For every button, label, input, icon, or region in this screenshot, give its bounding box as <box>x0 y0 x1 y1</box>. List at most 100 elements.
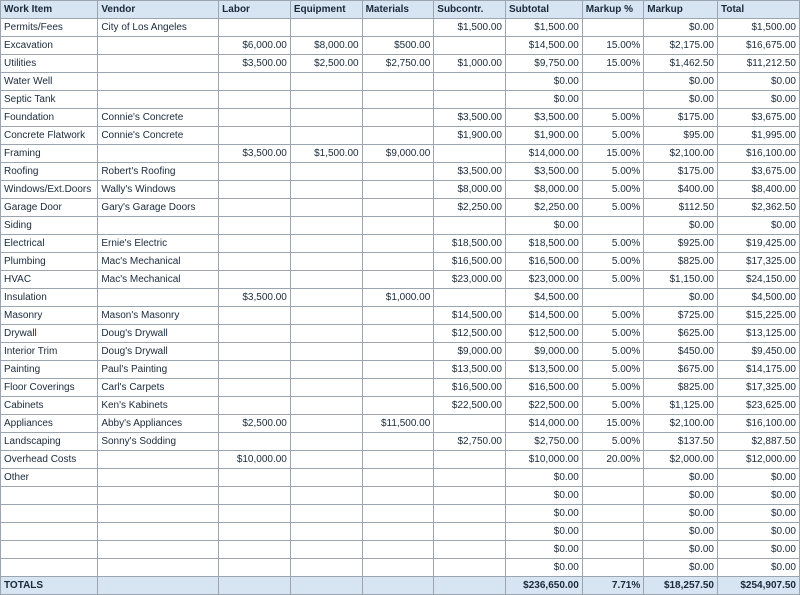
cell-labor[interactable]: $3,500.00 <box>219 145 291 163</box>
cell-mat[interactable] <box>362 361 434 379</box>
cell-equip[interactable] <box>290 109 362 127</box>
cell-subtotal[interactable]: $0.00 <box>505 73 582 91</box>
cell-sub[interactable] <box>434 73 506 91</box>
cell-work[interactable] <box>1 505 98 523</box>
cell-mat[interactable] <box>362 559 434 577</box>
cell-mat[interactable]: $1,000.00 <box>362 289 434 307</box>
cell-vendor[interactable]: Robert's Roofing <box>98 163 219 181</box>
cell-vendor[interactable]: Paul's Painting <box>98 361 219 379</box>
cell-vendor[interactable]: Abby's Appliances <box>98 415 219 433</box>
cell-work[interactable] <box>1 523 98 541</box>
cell-labor[interactable] <box>219 397 291 415</box>
cell-work[interactable]: Concrete Flatwork <box>1 127 98 145</box>
cell-sub[interactable]: $2,750.00 <box>434 433 506 451</box>
cell-equip[interactable] <box>290 271 362 289</box>
cell-vendor[interactable]: Connie's Concrete <box>98 109 219 127</box>
cell-mpct[interactable] <box>582 505 643 523</box>
cell-markup[interactable]: $825.00 <box>644 379 718 397</box>
cell-equip[interactable] <box>290 433 362 451</box>
cell-labor[interactable] <box>219 523 291 541</box>
cell-mat[interactable] <box>362 325 434 343</box>
cell-subtotal[interactable]: $9,750.00 <box>505 55 582 73</box>
cell-subtotal[interactable]: $13,500.00 <box>505 361 582 379</box>
cell-labor[interactable] <box>219 379 291 397</box>
cell-vendor[interactable]: Carl's Carpets <box>98 379 219 397</box>
cell-work[interactable]: Roofing <box>1 163 98 181</box>
cell-sub[interactable]: $3,500.00 <box>434 163 506 181</box>
cell-mat[interactable]: $11,500.00 <box>362 415 434 433</box>
cell-work[interactable]: Other <box>1 469 98 487</box>
cell-vendor[interactable] <box>98 37 219 55</box>
cell-mpct[interactable]: 5.00% <box>582 433 643 451</box>
cell-sub[interactable]: $16,500.00 <box>434 379 506 397</box>
cell-mpct[interactable]: 5.00% <box>582 361 643 379</box>
cell-markup[interactable]: $0.00 <box>644 19 718 37</box>
cell-labor[interactable] <box>219 19 291 37</box>
cell-subtotal[interactable]: $0.00 <box>505 559 582 577</box>
cell-subtotal[interactable]: $12,500.00 <box>505 325 582 343</box>
cell-labor[interactable] <box>219 127 291 145</box>
cell-mat[interactable]: $2,750.00 <box>362 55 434 73</box>
cell-equip[interactable] <box>290 235 362 253</box>
cell-total[interactable]: $2,887.50 <box>718 433 800 451</box>
cell-vendor[interactable]: City of Los Angeles <box>98 19 219 37</box>
cell-sub[interactable]: $12,500.00 <box>434 325 506 343</box>
cell-total[interactable]: $16,100.00 <box>718 145 800 163</box>
cell-vendor[interactable] <box>98 505 219 523</box>
cell-mat[interactable] <box>362 271 434 289</box>
cell-mat[interactable] <box>362 451 434 469</box>
cell-equip[interactable]: $1,500.00 <box>290 145 362 163</box>
cell-equip[interactable] <box>290 91 362 109</box>
cell-mpct[interactable]: 15.00% <box>582 415 643 433</box>
cell-total[interactable]: $19,425.00 <box>718 235 800 253</box>
cell-total[interactable]: $24,150.00 <box>718 271 800 289</box>
cell-work[interactable]: Overhead Costs <box>1 451 98 469</box>
cell-equip[interactable] <box>290 289 362 307</box>
cell-sub[interactable]: $23,000.00 <box>434 271 506 289</box>
cell-labor[interactable]: $10,000.00 <box>219 451 291 469</box>
cell-equip[interactable] <box>290 361 362 379</box>
cell-work[interactable]: Permits/Fees <box>1 19 98 37</box>
cell-mat[interactable] <box>362 505 434 523</box>
cell-mat[interactable] <box>362 541 434 559</box>
cell-equip[interactable] <box>290 127 362 145</box>
cell-mat[interactable]: $9,000.00 <box>362 145 434 163</box>
cell-markup[interactable]: $0.00 <box>644 487 718 505</box>
cell-labor[interactable] <box>219 307 291 325</box>
cell-vendor[interactable] <box>98 55 219 73</box>
cell-mat[interactable]: $500.00 <box>362 37 434 55</box>
cell-markup[interactable]: $0.00 <box>644 559 718 577</box>
cell-work[interactable]: Cabinets <box>1 397 98 415</box>
cell-vendor[interactable]: Mac's Mechanical <box>98 271 219 289</box>
cell-total[interactable]: $13,125.00 <box>718 325 800 343</box>
cell-work[interactable]: Garage Door <box>1 199 98 217</box>
cell-sub[interactable] <box>434 415 506 433</box>
cell-subtotal[interactable]: $14,500.00 <box>505 37 582 55</box>
cell-equip[interactable]: $8,000.00 <box>290 37 362 55</box>
cell-markup[interactable]: $137.50 <box>644 433 718 451</box>
cell-mpct[interactable]: 5.00% <box>582 307 643 325</box>
cell-vendor[interactable]: Gary's Garage Doors <box>98 199 219 217</box>
cell-equip[interactable] <box>290 253 362 271</box>
cell-mpct[interactable] <box>582 541 643 559</box>
cell-work[interactable]: Septic Tank <box>1 91 98 109</box>
cell-mpct[interactable]: 5.00% <box>582 109 643 127</box>
cell-vendor[interactable]: Sonny's Sodding <box>98 433 219 451</box>
cell-vendor[interactable]: Ken's Kabinets <box>98 397 219 415</box>
cell-equip[interactable] <box>290 163 362 181</box>
cell-mat[interactable] <box>362 235 434 253</box>
cell-equip[interactable] <box>290 415 362 433</box>
cell-mat[interactable] <box>362 433 434 451</box>
cell-mat[interactable] <box>362 307 434 325</box>
cell-vendor[interactable] <box>98 145 219 163</box>
cell-subtotal[interactable]: $10,000.00 <box>505 451 582 469</box>
cell-subtotal[interactable]: $3,500.00 <box>505 109 582 127</box>
cell-markup[interactable]: $400.00 <box>644 181 718 199</box>
cell-mpct[interactable] <box>582 73 643 91</box>
cell-labor[interactable] <box>219 199 291 217</box>
cell-sub[interactable] <box>434 523 506 541</box>
cell-mat[interactable] <box>362 109 434 127</box>
cell-labor[interactable] <box>219 91 291 109</box>
cell-work[interactable]: Floor Coverings <box>1 379 98 397</box>
cell-vendor[interactable]: Connie's Concrete <box>98 127 219 145</box>
